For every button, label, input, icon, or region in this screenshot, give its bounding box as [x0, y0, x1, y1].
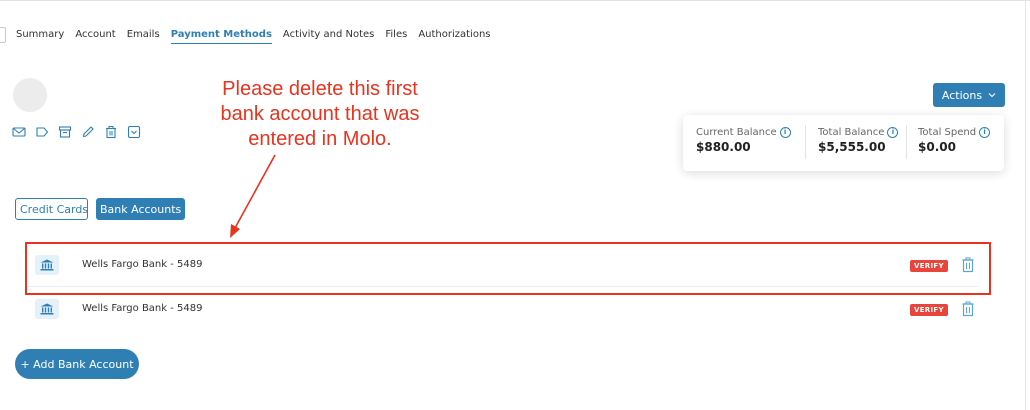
- tab-account[interactable]: Account: [75, 28, 115, 44]
- current-balance-value: $880.00: [696, 140, 751, 154]
- add-bank-account-button[interactable]: + Add Bank Account: [15, 349, 139, 379]
- divider: [805, 125, 806, 159]
- info-icon[interactable]: i: [779, 127, 791, 138]
- avatar: [13, 78, 47, 112]
- bank-account-name: Wells Fargo Bank - 5489: [82, 303, 203, 314]
- collapsed-panel-edge[interactable]: [0, 27, 6, 43]
- bank-accounts-tab[interactable]: Bank Accounts: [96, 198, 185, 220]
- annotation-arrow-icon: [230, 154, 276, 238]
- dropdown-box-icon[interactable]: [127, 125, 141, 139]
- verify-button[interactable]: VERIFY: [910, 304, 948, 316]
- profile-tabs: Summary Account Emails Payment Methods A…: [16, 28, 491, 44]
- total-balance-value: $5,555.00: [818, 140, 886, 154]
- mail-icon[interactable]: [12, 125, 26, 139]
- tag-icon[interactable]: [35, 125, 49, 139]
- total-spend: Total Spend i $0.00: [918, 127, 991, 154]
- chevron-down-icon: [988, 93, 996, 98]
- actions-button[interactable]: Actions: [933, 83, 1005, 107]
- tab-files[interactable]: Files: [385, 28, 407, 44]
- trash-icon[interactable]: [104, 125, 118, 139]
- tab-emails[interactable]: Emails: [127, 28, 160, 44]
- annotation-highlight-box: [25, 242, 991, 295]
- tab-summary[interactable]: Summary: [16, 28, 64, 44]
- total-balance: Total Balance i $5,555.00: [818, 127, 899, 154]
- trash-icon[interactable]: [961, 301, 975, 317]
- archive-icon[interactable]: [58, 125, 72, 139]
- balance-summary-card: Current Balance i $880.00 Total Balance i …: [683, 115, 1004, 171]
- tab-activity-and-notes[interactable]: Activity and Notes: [283, 28, 374, 44]
- total-spend-value: $0.00: [918, 140, 956, 154]
- top-border: [0, 0, 1030, 1]
- pencil-icon[interactable]: [81, 125, 95, 139]
- info-icon[interactable]: i: [887, 127, 899, 138]
- info-icon[interactable]: i: [979, 127, 991, 138]
- actions-label: Actions: [941, 88, 983, 102]
- tab-authorizations[interactable]: Authorizations: [418, 28, 490, 44]
- credit-cards-tab[interactable]: Credit Cards: [15, 198, 88, 220]
- right-border: [1025, 0, 1026, 410]
- list-item[interactable]: Wells Fargo Bank - 5489 VERIFY: [28, 296, 978, 324]
- contact-toolbar: [12, 125, 141, 139]
- bank-icon: [35, 299, 59, 319]
- annotation-text: Please delete this first bank account th…: [220, 78, 420, 150]
- divider: [906, 125, 907, 159]
- tab-payment-methods[interactable]: Payment Methods: [170, 28, 272, 44]
- current-balance: Current Balance i $880.00: [696, 127, 791, 154]
